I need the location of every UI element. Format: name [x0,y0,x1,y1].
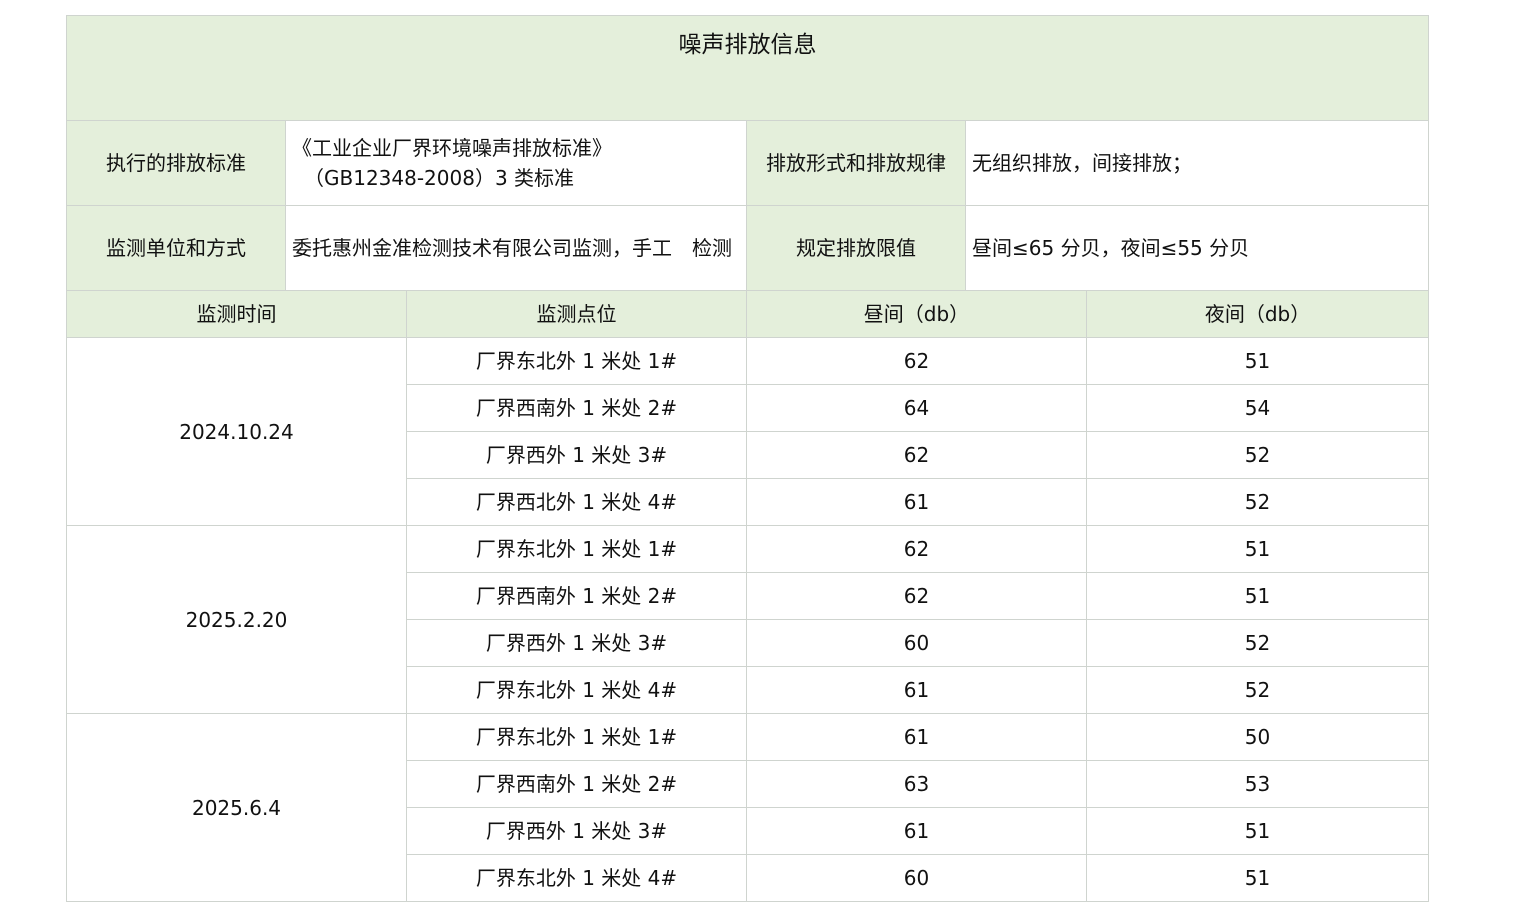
noise-emission-table: 噪声排放信息 执行的排放标准 《工业企业厂界环境噪声排放标准》 （GB12348… [65,15,1430,902]
night-value: 51 [1085,572,1430,620]
monitor-point: 厂界东北外 1 米处 1# [406,713,747,761]
night-value: 53 [1085,760,1430,808]
night-value: 52 [1085,666,1430,714]
night-value: 54 [1085,384,1430,432]
standard-value: 《工业企业厂界环境噪声排放标准》 （GB12348-2008）3 类标准 [285,120,747,206]
day-value: 60 [746,619,1087,667]
day-value: 61 [746,807,1087,855]
night-value: 51 [1085,854,1430,902]
monitor-point: 厂界西南外 1 米处 2# [406,572,747,620]
standard-label: 执行的排放标准 [66,120,286,206]
emission-form-value: 无组织排放，间接排放； [964,120,1430,206]
night-value: 51 [1085,525,1430,573]
day-value: 63 [746,760,1087,808]
day-value: 61 [746,713,1087,761]
day-value: 64 [746,384,1087,432]
monitor-point: 厂界西外 1 米处 3# [406,807,747,855]
table-title: 噪声排放信息 [65,15,1430,121]
day-value: 62 [746,431,1087,479]
monitor-point: 厂界东北外 1 米处 4# [406,666,747,714]
limit-label: 规定排放限值 [746,205,966,291]
table-row: 2024.10.24 厂界东北外 1 米处 1# 62 51 [66,337,1430,526]
table-row: 2025.6.4 厂界东北外 1 米处 1# 61 50 [66,713,1430,902]
standard-value-line2: （GB12348-2008）3 类标准 [304,166,575,190]
noise-emission-table-wrapper: 噪声排放信息 执行的排放标准 《工业企业厂界环境噪声排放标准》 （GB12348… [65,15,1430,902]
monitor-point: 厂界东北外 1 米处 4# [406,854,747,902]
column-header-night: 夜间（db） [1085,290,1430,338]
monitor-label: 监测单位和方式 [66,205,286,291]
monitor-date: 2024.10.24 [66,337,407,526]
monitor-value: 委托惠州金准检测技术有限公司监测，手工 检测 [285,205,747,291]
day-value: 61 [746,478,1087,526]
night-value: 52 [1085,478,1430,526]
monitor-date: 2025.6.4 [66,713,407,902]
day-value: 62 [746,525,1087,573]
monitor-point: 厂界东北外 1 米处 1# [406,337,747,385]
monitor-point: 厂界东北外 1 米处 1# [406,525,747,573]
monitor-date: 2025.2.20 [66,525,407,714]
day-value: 62 [746,337,1087,385]
day-value: 60 [746,854,1087,902]
monitor-point: 厂界西南外 1 米处 2# [406,384,747,432]
table-row: 2025.2.20 厂界东北外 1 米处 1# 62 51 [66,525,1430,714]
monitor-point: 厂界西南外 1 米处 2# [406,760,747,808]
day-value: 62 [746,572,1087,620]
day-value: 61 [746,666,1087,714]
limit-value: 昼间≤65 分贝，夜间≤55 分贝 [964,205,1430,291]
column-header-day: 昼间（db） [746,290,1087,338]
night-value: 51 [1085,337,1430,385]
standard-value-line1: 《工业企业厂界环境噪声排放标准》 [292,136,612,160]
night-value: 51 [1085,807,1430,855]
night-value: 52 [1085,431,1430,479]
night-value: 52 [1085,619,1430,667]
emission-form-label: 排放形式和排放规律 [746,120,966,206]
night-value: 50 [1085,713,1430,761]
monitor-point: 厂界西外 1 米处 3# [406,431,747,479]
monitor-point: 厂界西北外 1 米处 4# [406,478,747,526]
column-header-point: 监测点位 [406,290,747,338]
monitor-point: 厂界西外 1 米处 3# [406,619,747,667]
column-header-time: 监测时间 [66,290,407,338]
